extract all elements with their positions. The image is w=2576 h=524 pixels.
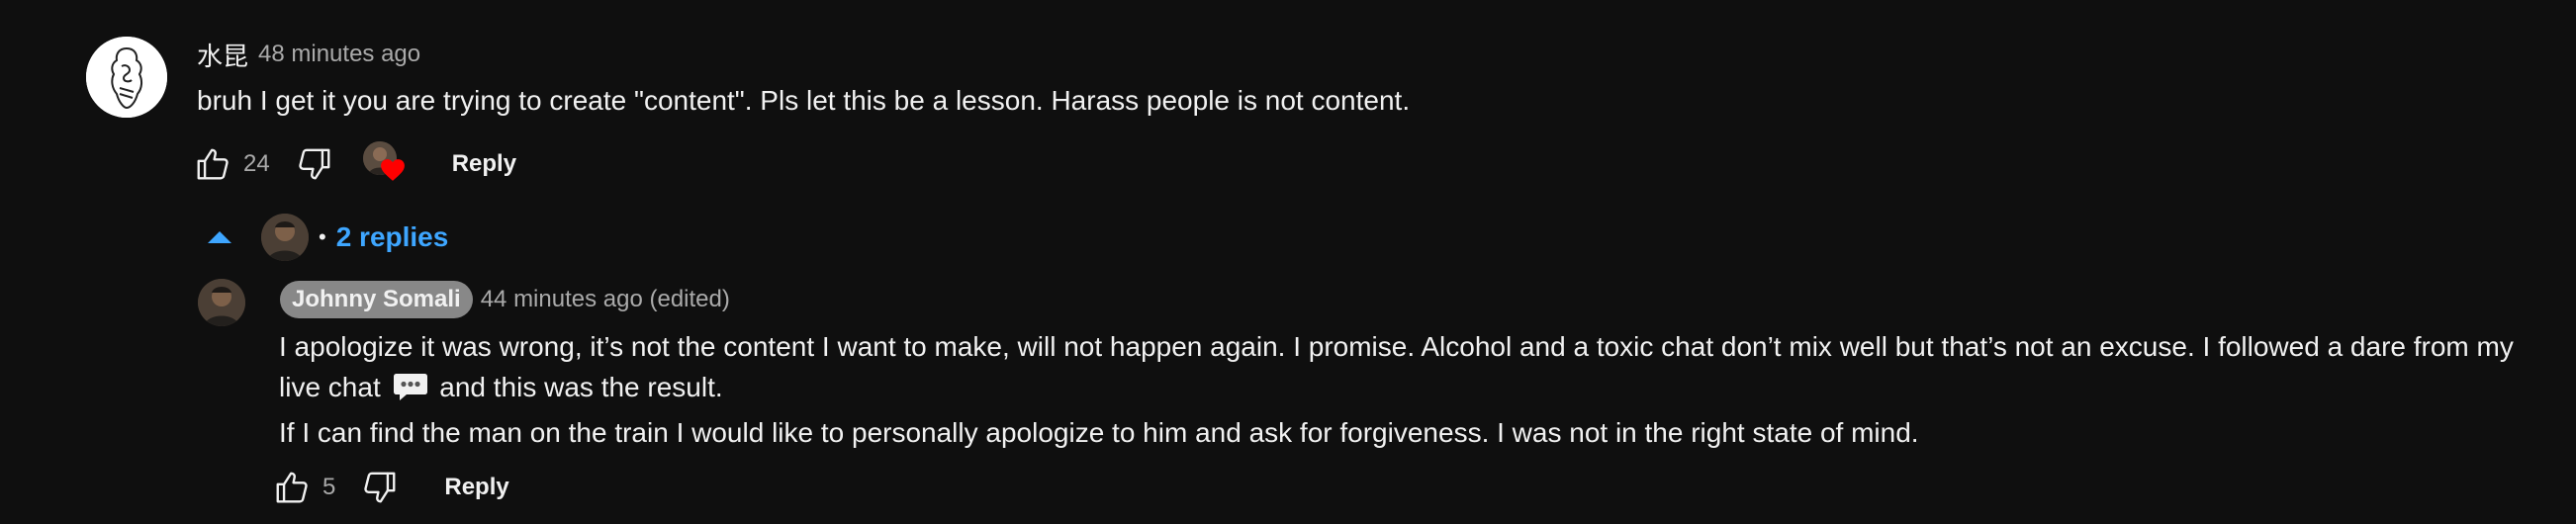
reply-button[interactable]: Reply bbox=[444, 474, 508, 501]
comment-text: bruh I get it you are trying to create "… bbox=[197, 85, 1411, 116]
comment-header: 水昆 48 minutes ago bbox=[197, 38, 420, 71]
thumbs-up-icon[interactable] bbox=[271, 467, 313, 508]
reply-like-count: 5 bbox=[322, 474, 336, 500]
reply-line-2b: and this was the result. bbox=[439, 372, 723, 402]
replies-count[interactable]: 2 replies bbox=[336, 221, 449, 253]
comment-thread: 水昆 48 minutes ago bruh I get it you are … bbox=[0, 0, 2576, 524]
reply-line-1: I apologize it was wrong, it’s not the c… bbox=[279, 331, 2514, 362]
reply-author-chip[interactable]: Johnny Somali bbox=[280, 281, 473, 318]
reply-header: Johnny Somali 44 minutes ago (edited) bbox=[280, 281, 730, 318]
caret-up-icon bbox=[208, 231, 231, 243]
commenter-avatar[interactable] bbox=[86, 37, 167, 118]
thumbs-up-icon[interactable] bbox=[192, 143, 233, 185]
replies-toggle[interactable]: • 2 replies bbox=[208, 210, 448, 265]
comment-author[interactable]: 水昆 bbox=[197, 37, 248, 73]
reply-text: I apologize it was wrong, it’s not the c… bbox=[279, 326, 2554, 453]
reply-author-avatar[interactable] bbox=[198, 279, 245, 326]
speech-bubble-emoji bbox=[393, 372, 428, 412]
comment-timestamp[interactable]: 48 minutes ago bbox=[258, 41, 420, 68]
reply-line-2: live chat and this was the result. bbox=[279, 367, 2554, 412]
separator-dot: • bbox=[319, 224, 326, 249]
thumbs-down-icon[interactable] bbox=[359, 467, 401, 508]
reply-button[interactable]: Reply bbox=[452, 150, 516, 178]
reply-line-2a: live chat bbox=[279, 372, 381, 402]
reply-actions: 5 Reply bbox=[271, 467, 509, 508]
reply-line-3: If I can find the man on the train I wou… bbox=[279, 417, 1919, 448]
heart-icon bbox=[380, 159, 405, 181]
thumbs-down-icon[interactable] bbox=[294, 143, 335, 185]
like-count: 24 bbox=[243, 150, 270, 177]
creator-heart bbox=[362, 141, 409, 187]
comment-actions: 24 Reply bbox=[192, 141, 516, 187]
reply-timestamp[interactable]: 44 minutes ago (edited) bbox=[481, 286, 730, 313]
replier-avatar bbox=[261, 214, 309, 261]
